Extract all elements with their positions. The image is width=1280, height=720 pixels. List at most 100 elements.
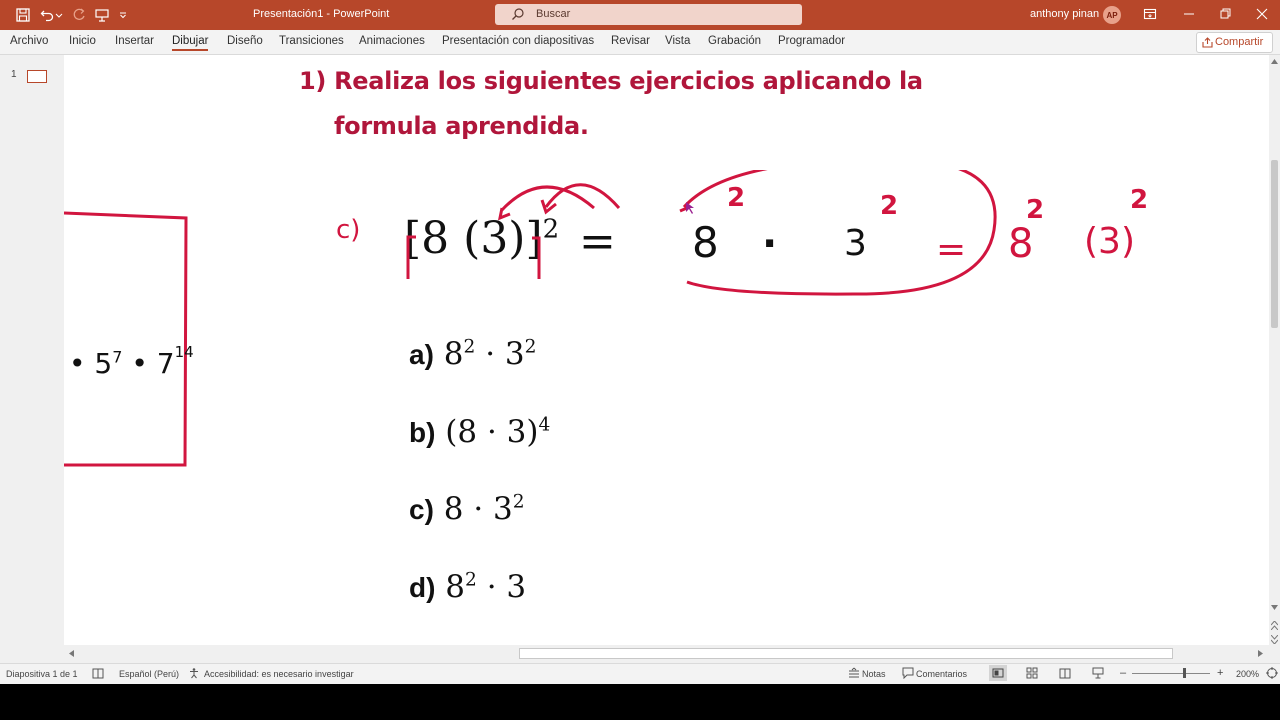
language[interactable]: Español (Perú): [119, 669, 179, 679]
scroll-up-icon[interactable]: [1271, 59, 1278, 64]
title-bar: Presentación1 - PowerPoint Buscar anthon…: [0, 0, 1280, 30]
left-box-ink-base: • 5: [69, 347, 113, 380]
save-icon[interactable]: [14, 6, 32, 24]
slide-sorter-icon[interactable]: [1026, 667, 1038, 681]
zoom-slider-thumb[interactable]: [1183, 668, 1186, 678]
slide-canvas[interactable]: 1) Realiza los siguientes ejercicios apl…: [64, 55, 1269, 645]
slideshow-icon[interactable]: [1092, 667, 1104, 681]
option-a-exp2: 2: [524, 336, 537, 358]
black-bar: [0, 684, 1280, 720]
slide-thumbnail[interactable]: [27, 70, 47, 83]
option-c-base: 8 · 3: [443, 491, 513, 527]
tab-archivo[interactable]: Archivo: [10, 35, 48, 47]
comments-button[interactable]: Comentarios: [916, 669, 967, 679]
scroll-left-icon[interactable]: [69, 650, 74, 657]
option-d-base: 8: [445, 569, 466, 605]
option-c-exp1: 2: [512, 491, 525, 513]
tab-insertar[interactable]: Insertar: [115, 35, 154, 47]
zoom-in-icon[interactable]: +: [1217, 667, 1223, 679]
tab-revisar[interactable]: Revisar: [611, 35, 650, 47]
zoom-level[interactable]: 200%: [1236, 669, 1259, 679]
ink-result-base1: 8: [1008, 221, 1034, 267]
left-box-ink-exp2: 14: [174, 342, 194, 361]
fit-slide-icon[interactable]: [1266, 667, 1278, 681]
status-bar: Diapositiva 1 de 1 Español (Perú) Accesi…: [0, 663, 1280, 684]
accessibility-status[interactable]: Accesibilidad: es necesario investigar: [204, 669, 354, 679]
scroll-right-icon[interactable]: [1258, 650, 1263, 657]
vertical-scrollbar[interactable]: [1269, 55, 1280, 663]
accessibility-icon[interactable]: [188, 667, 200, 681]
slide-heading-line2: formula aprendida.: [334, 112, 589, 140]
next-slide-icon[interactable]: [1271, 635, 1278, 644]
customize-toolbar-icon[interactable]: [117, 6, 129, 24]
option-d[interactable]: d) 82 · 3: [409, 569, 526, 605]
search-icon: [511, 7, 525, 26]
avatar[interactable]: AP: [1103, 6, 1121, 24]
present-icon[interactable]: [93, 6, 111, 24]
option-c[interactable]: c) 8 · 32: [409, 491, 525, 527]
ink-base-3: 3: [844, 223, 867, 264]
left-box-ink-mid: • 7: [131, 347, 175, 380]
tab-inicio[interactable]: Inicio: [69, 35, 96, 47]
restore-icon[interactable]: [1220, 7, 1232, 26]
redo-icon[interactable]: [70, 6, 88, 24]
tab-presentacion[interactable]: Presentación con diapositivas: [442, 35, 594, 47]
ink-result-exp2: 2: [1130, 185, 1149, 215]
problem-label: c): [336, 215, 361, 245]
normal-view-icon[interactable]: [989, 665, 1007, 681]
ink-equals: =: [936, 229, 967, 270]
pen-cursor-icon: [686, 202, 694, 214]
option-a-label: a): [409, 339, 434, 370]
previous-slide-icon[interactable]: [1271, 621, 1278, 630]
notes-icon[interactable]: [848, 667, 860, 681]
close-icon[interactable]: [1256, 7, 1268, 26]
slide-number: 1: [11, 69, 17, 80]
tab-dibujar[interactable]: Dibujar: [172, 35, 209, 51]
horizontal-scroll-thumb[interactable]: [519, 648, 1173, 659]
slide-info: Diapositiva 1 de 1: [6, 669, 78, 679]
share-button[interactable]: Compartir: [1196, 32, 1273, 53]
ink-base-8: 8: [692, 218, 719, 267]
window-title: Presentación1 - PowerPoint: [253, 8, 390, 20]
tab-diseno[interactable]: Diseño: [227, 35, 263, 47]
ink-exp-2: 2: [880, 191, 899, 221]
option-b-base: (8 · 3): [445, 414, 539, 450]
tab-animaciones[interactable]: Animaciones: [359, 35, 425, 47]
option-b-exp1: 4: [538, 414, 551, 436]
left-ink-box: [64, 211, 188, 467]
option-a[interactable]: a) 82 · 32: [409, 336, 536, 372]
thumbnail-pane: 1: [0, 55, 64, 663]
spelling-icon[interactable]: [92, 667, 104, 681]
scroll-down-icon[interactable]: [1271, 605, 1278, 610]
vertical-scroll-thumb[interactable]: [1271, 160, 1278, 328]
reading-view-icon[interactable]: [1059, 667, 1071, 681]
tab-vista[interactable]: Vista: [665, 35, 690, 47]
option-a-base: 8: [443, 336, 464, 372]
option-c-label: c): [409, 494, 434, 525]
option-d-mid: · 3: [476, 569, 527, 605]
option-b-label: b): [409, 417, 436, 448]
minimize-icon[interactable]: [1183, 7, 1195, 26]
tab-transiciones[interactable]: Transiciones: [279, 35, 344, 47]
user-name[interactable]: anthony pinan: [1030, 8, 1099, 20]
undo-dropdown-icon[interactable]: [54, 6, 64, 24]
left-box-ink-text: • 57 • 714: [69, 343, 194, 380]
horizontal-scrollbar[interactable]: [64, 645, 1269, 663]
tab-programador[interactable]: Programador: [778, 35, 845, 47]
ink-result-base2: (3): [1084, 221, 1135, 262]
search-placeholder: Buscar: [536, 8, 571, 20]
ribbon-tabs: Archivo Inicio Insertar Dibujar Diseño T…: [0, 30, 1280, 55]
option-a-mid: · 3: [475, 336, 525, 372]
search-box[interactable]: Buscar: [495, 4, 802, 25]
comments-icon[interactable]: [902, 667, 914, 681]
zoom-out-icon[interactable]: –: [1120, 667, 1126, 679]
tab-grabacion[interactable]: Grabación: [708, 35, 761, 47]
zoom-slider[interactable]: [1132, 673, 1210, 674]
option-d-exp1: 2: [465, 569, 477, 591]
ink-dot: ·: [762, 221, 778, 267]
ribbon-display-icon[interactable]: [1143, 7, 1157, 26]
notes-button[interactable]: Notas: [862, 669, 886, 679]
ink-result-exp1: 2: [1026, 195, 1045, 225]
option-b[interactable]: b) (8 · 3)4: [409, 414, 550, 450]
slide-heading-line1: 1) Realiza los siguientes ejercicios apl…: [299, 67, 923, 95]
